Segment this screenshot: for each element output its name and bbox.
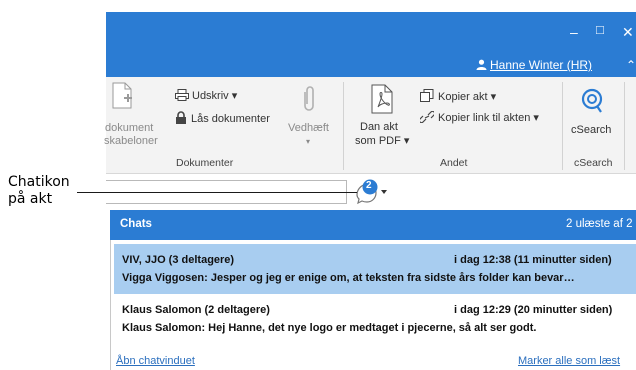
group-csearch: cSearch xyxy=(574,157,613,169)
print-button[interactable]: Udskriv ▾ xyxy=(175,89,237,102)
copy-act-label: Kopier akt ▾ xyxy=(438,91,497,103)
maximize-button[interactable]: □ xyxy=(596,22,604,37)
group-separator xyxy=(343,82,344,170)
callout-line-1: Chatikon xyxy=(8,174,70,190)
chat-list-item[interactable]: VIV, JJO (3 deltagere) i dag 12:38 (11 m… xyxy=(114,244,636,294)
group-separator xyxy=(562,82,563,170)
unread-count: 2 ulæste af 2 xyxy=(566,218,633,230)
user-menu[interactable]: Hanne Winter (HR) xyxy=(476,58,592,72)
create-pdf-label-2: som PDF ▾ xyxy=(355,135,410,147)
group-dokumenter: Dokumenter xyxy=(176,157,234,169)
group-andet: Andet xyxy=(440,157,468,169)
template-label-2: skabeloner xyxy=(104,135,158,147)
copy-link-button[interactable]: Kopier link til akten ▾ xyxy=(418,110,539,124)
minimize-button[interactable]: ‒ xyxy=(570,24,578,40)
copy-icon xyxy=(420,89,434,102)
chat-time: i dag 12:38 (11 minutter siden) xyxy=(454,254,612,266)
user-name: Hanne Winter (HR) xyxy=(490,58,593,72)
title-bar xyxy=(106,12,636,55)
group-separator xyxy=(624,82,625,170)
callout-line xyxy=(77,192,357,193)
chat-participants: VIV, JJO (3 deltagere) xyxy=(122,254,235,266)
document-template-icon xyxy=(112,82,132,109)
chat-participants: Klaus Salomon (2 deltagere) xyxy=(122,304,270,316)
attach-label: Vedhæft xyxy=(288,122,329,134)
user-icon xyxy=(476,59,487,70)
copy-act-button[interactable]: Kopier akt ▾ xyxy=(420,89,496,103)
csearch-label: cSearch xyxy=(571,124,612,136)
lock-label: Lås dokumenter xyxy=(191,113,270,125)
chat-message: Klaus Salomon: Hej Hanne, det nye logo e… xyxy=(122,322,537,334)
create-pdf-label-1: Dan akt xyxy=(360,121,398,133)
printer-icon xyxy=(175,89,189,101)
pdf-document-icon xyxy=(371,84,393,114)
attach-button[interactable]: Vedhæft ▾ xyxy=(286,82,336,152)
ribbon-collapse-icon[interactable]: ⌃ xyxy=(626,58,636,72)
mark-all-read-link[interactable]: Marker alle som læst xyxy=(518,355,620,367)
lock-icon xyxy=(176,111,186,124)
chats-title: Chats xyxy=(120,218,152,230)
callout-label: Chatikon på akt xyxy=(8,174,70,208)
csearch-button[interactable]: cSearch xyxy=(568,84,616,154)
attach-dropdown-icon: ▾ xyxy=(306,137,311,146)
open-chat-window-link[interactable]: Åbn chatvinduet xyxy=(116,355,195,367)
paperclip-icon xyxy=(304,86,314,111)
chat-button[interactable]: 2 xyxy=(354,178,388,206)
link-icon xyxy=(418,110,436,124)
copy-link-label: Kopier link til akten ▾ xyxy=(438,112,539,124)
close-button[interactable]: ✕ xyxy=(622,24,634,41)
chat-unread-badge: 2 xyxy=(366,180,372,191)
chat-time: i dag 12:29 (20 minutter siden) xyxy=(454,304,613,316)
csearch-icon xyxy=(581,88,603,113)
create-pdf-button[interactable]: Dan akt som PDF ▾ xyxy=(352,84,412,154)
chat-message: Vigga Viggosen: Jesper og jeg er enige o… xyxy=(122,272,575,284)
print-label: Udskriv ▾ xyxy=(192,90,238,102)
callout-line-2: på akt xyxy=(8,191,53,207)
lock-documents-button[interactable]: Lås dokumenter xyxy=(175,111,270,125)
chat-list-item[interactable]: Klaus Salomon (2 deltagere) i dag 12:29 … xyxy=(114,299,636,349)
chats-header: Chats 2 ulæste af 2 xyxy=(110,210,636,240)
template-label-1: dokument xyxy=(105,122,154,134)
